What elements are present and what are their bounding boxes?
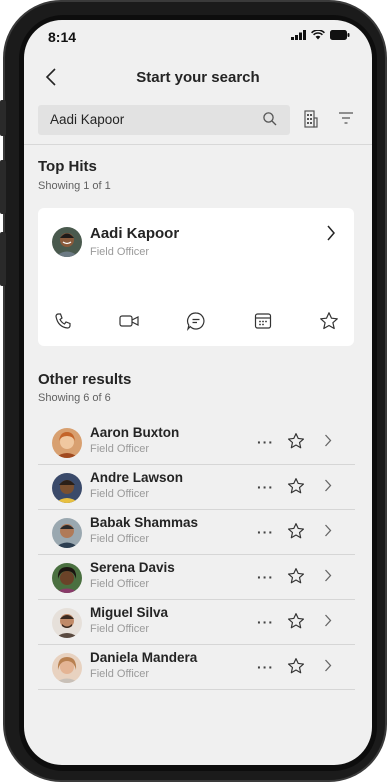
- result-row-daniela-mandera[interactable]: Daniela Mandera Field Officer ···: [38, 645, 355, 690]
- chat-button[interactable]: [183, 308, 209, 334]
- avatar: [52, 563, 82, 593]
- favorite-star-icon[interactable]: [287, 522, 305, 540]
- avatar: [52, 608, 82, 638]
- chevron-right-icon[interactable]: [326, 225, 336, 241]
- other-results-title: Other results: [38, 371, 132, 388]
- more-options-button[interactable]: ···: [257, 659, 274, 675]
- favorite-button[interactable]: [316, 308, 342, 334]
- result-name: Serena Davis: [90, 560, 175, 575]
- avatar: [52, 428, 82, 458]
- search-icon[interactable]: [262, 111, 278, 127]
- organization-icon[interactable]: [304, 110, 318, 128]
- wifi-icon: [311, 30, 325, 40]
- chevron-right-icon[interactable]: [324, 479, 332, 492]
- result-role: Field Officer: [90, 533, 150, 545]
- top-hit-role: Field Officer: [90, 246, 150, 258]
- more-options-button[interactable]: ···: [257, 569, 274, 585]
- other-results-count: Showing 6 of 6: [38, 392, 111, 404]
- favorite-star-icon[interactable]: [287, 657, 305, 675]
- result-role: Field Officer: [90, 668, 150, 680]
- divider: [24, 144, 372, 145]
- avatar: [52, 518, 82, 548]
- quick-actions: [38, 308, 354, 338]
- result-row-serena-davis[interactable]: Serena Davis Field Officer ···: [38, 555, 355, 600]
- status-bar: 8:14: [24, 20, 372, 56]
- call-button[interactable]: [50, 308, 76, 334]
- result-name: Babak Shammas: [90, 515, 199, 530]
- result-row-andre-lawson[interactable]: Andre Lawson Field Officer ···: [38, 465, 355, 510]
- result-row-babak-shammas[interactable]: Babak Shammas Field Officer ···: [38, 510, 355, 555]
- phone-side-button: [0, 100, 6, 136]
- avatar: [52, 653, 82, 683]
- result-row-aaron-buxton[interactable]: Aaron Buxton Field Officer ···: [38, 420, 355, 465]
- result-name: Daniela Mandera: [90, 650, 198, 665]
- call-icon: [55, 313, 71, 329]
- result-role: Field Officer: [90, 488, 150, 500]
- phone-volume-down-button: [0, 232, 6, 286]
- signal-icon: [291, 30, 306, 40]
- chevron-right-icon[interactable]: [324, 614, 332, 627]
- avatar: [52, 473, 82, 503]
- result-name: Miguel Silva: [90, 605, 169, 620]
- favorite-star-icon[interactable]: [287, 612, 305, 630]
- favorite-star-icon[interactable]: [287, 477, 305, 495]
- more-options-button[interactable]: ···: [257, 434, 274, 450]
- avatar: [52, 227, 82, 257]
- battery-icon: [330, 30, 350, 40]
- calendar-icon: [254, 313, 272, 329]
- chat-icon: [186, 312, 205, 331]
- video-icon: [119, 315, 139, 327]
- chevron-right-icon[interactable]: [324, 569, 332, 582]
- result-role: Field Officer: [90, 578, 150, 590]
- video-call-button[interactable]: [116, 308, 142, 334]
- top-hit-card[interactable]: Aadi Kapoor Field Officer: [38, 208, 354, 346]
- phone-screen: 8:14 Start your search Aadi Kapoor Top H…: [24, 20, 372, 765]
- result-role: Field Officer: [90, 623, 150, 635]
- result-name: Aaron Buxton: [90, 425, 180, 440]
- calendar-button[interactable]: [250, 308, 276, 334]
- result-name: Andre Lawson: [90, 470, 184, 485]
- status-icons: [291, 30, 350, 40]
- result-row-miguel-silva[interactable]: Miguel Silva Field Officer ···: [38, 600, 355, 645]
- top-hit-name: Aadi Kapoor: [90, 225, 180, 242]
- top-hits-title: Top Hits: [38, 158, 97, 175]
- phone-volume-up-button: [0, 160, 6, 214]
- search-input[interactable]: Aadi Kapoor: [38, 105, 290, 135]
- more-options-button[interactable]: ···: [257, 479, 274, 495]
- favorite-star-icon: [320, 312, 338, 330]
- chevron-right-icon[interactable]: [324, 659, 332, 672]
- filter-icon[interactable]: [338, 111, 354, 125]
- result-role: Field Officer: [90, 443, 150, 455]
- favorite-star-icon[interactable]: [287, 432, 305, 450]
- more-options-button[interactable]: ···: [257, 614, 274, 630]
- navigation-bar: Start your search: [24, 60, 372, 96]
- page-title: Start your search: [136, 69, 260, 86]
- status-time: 8:14: [48, 29, 77, 45]
- top-hits-count: Showing 1 of 1: [38, 180, 111, 192]
- chevron-right-icon[interactable]: [324, 434, 332, 447]
- more-options-button[interactable]: ···: [257, 524, 274, 540]
- search-input-value[interactable]: Aadi Kapoor: [50, 112, 124, 127]
- favorite-star-icon[interactable]: [287, 567, 305, 585]
- chevron-right-icon[interactable]: [324, 524, 332, 537]
